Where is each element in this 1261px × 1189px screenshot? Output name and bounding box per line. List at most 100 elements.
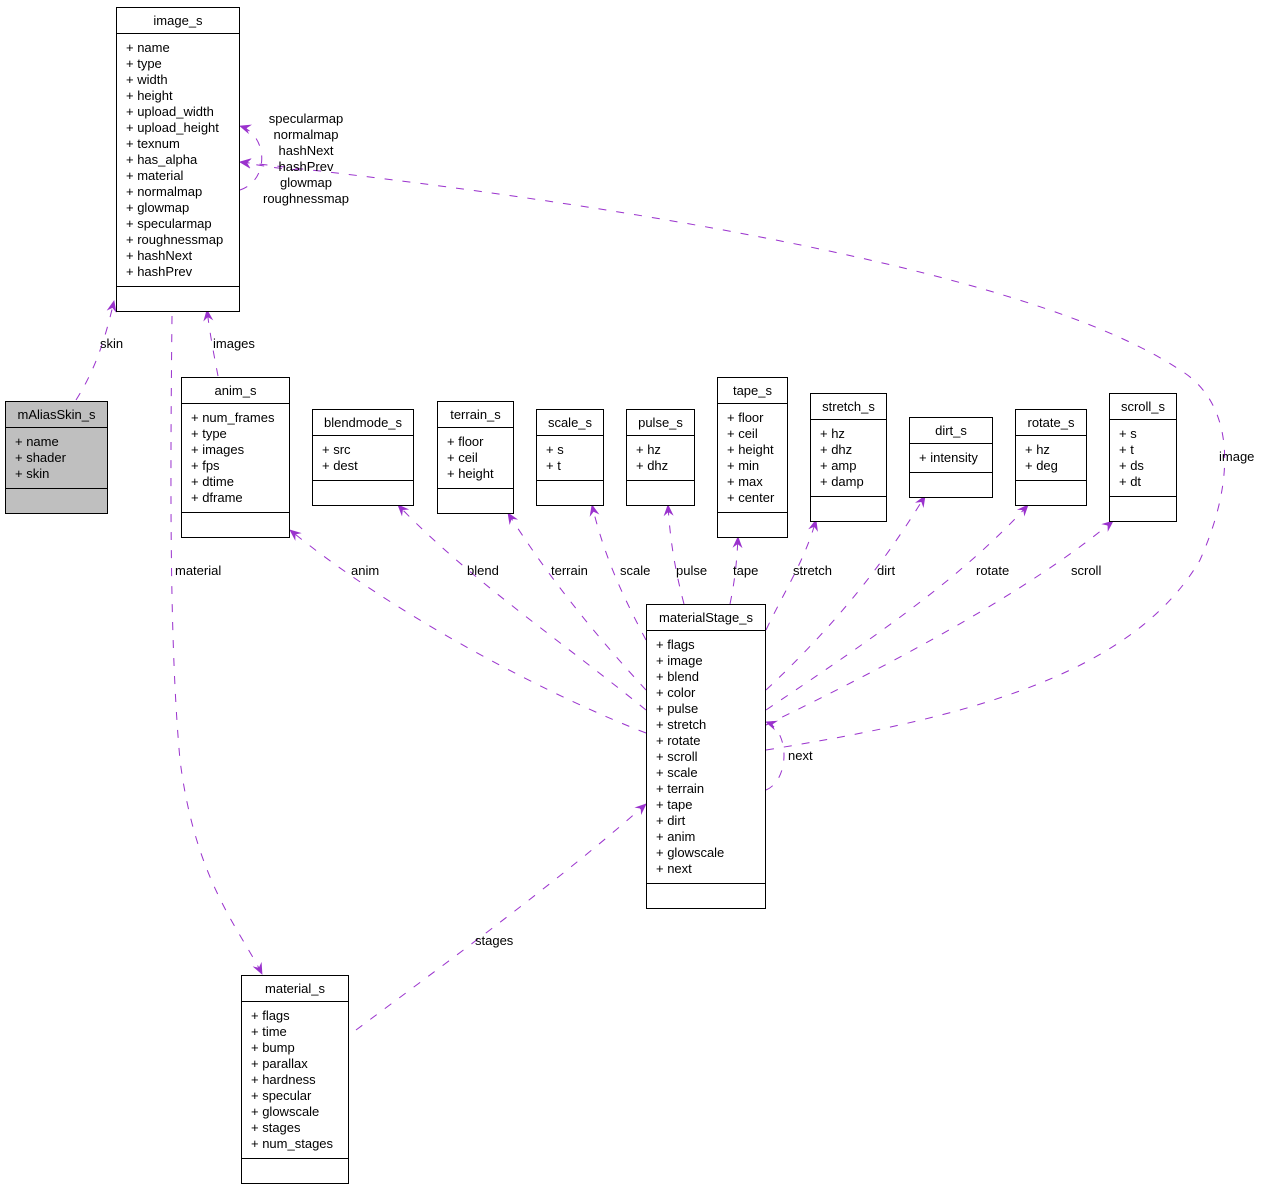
class-field: + hz <box>636 442 661 457</box>
edge-label-stretch: stretch <box>793 563 833 578</box>
class-methods <box>537 481 603 505</box>
class-methods <box>811 497 886 521</box>
class-blendmode-s[interactable]: blendmode_s + src + dest <box>312 409 414 506</box>
edge-dirt <box>765 495 926 691</box>
edge-next <box>765 720 785 791</box>
edge-blend <box>397 504 647 711</box>
class-fields: + floor + ceil + height + min + max + center <box>718 404 787 513</box>
class-field: + bump <box>251 1040 295 1055</box>
class-field: + dtime <box>191 474 234 489</box>
edge-label-rotate: rotate <box>976 563 1010 578</box>
class-field: + material <box>126 168 184 183</box>
class-pulse-s[interactable]: pulse_s + hz + dhz <box>626 409 695 506</box>
class-field: + dhz <box>820 442 853 457</box>
class-field: + normalmap <box>126 184 203 199</box>
edge-label-pulse: pulse <box>676 563 708 578</box>
class-field: + stages <box>251 1120 301 1135</box>
class-title: mAliasSkin_s <box>6 402 107 428</box>
class-title: materialStage_s <box>647 605 765 631</box>
class-fields: + num_frames + type + images + fps + dtime + … <box>182 404 289 513</box>
class-material-s[interactable]: material_s + flags + time + bump + parallax… <box>241 975 349 1184</box>
edge-label-image-self: specularmap normalmap hashNext hashPrev … <box>258 111 354 207</box>
class-title: material_s <box>242 976 348 1002</box>
class-stretch-s[interactable]: stretch_s + hz + dhz + amp + damp <box>810 393 887 522</box>
class-terrain-s[interactable]: terrain_s + floor + ceil + height <box>437 401 514 514</box>
class-field: + parallax <box>251 1056 308 1071</box>
class-fields: + src + dest <box>313 436 413 481</box>
class-field: + dt <box>1119 474 1142 489</box>
class-field: + center <box>727 490 775 505</box>
class-methods <box>627 481 694 505</box>
class-field: + min <box>727 458 760 473</box>
class-field: + ceil <box>727 426 758 441</box>
class-field: + glowmap <box>126 200 190 215</box>
class-methods <box>910 473 992 497</box>
class-image-s[interactable]: image_s + name + type + width + height + upl… <box>116 7 240 312</box>
edge-label-line: normalmap <box>273 127 339 142</box>
class-methods <box>718 513 787 537</box>
class-methods <box>242 1159 348 1183</box>
class-anim-s[interactable]: anim_s + num_frames + type + images + fps + … <box>181 377 290 538</box>
class-title: anim_s <box>182 378 289 404</box>
class-field: + upload_height <box>126 120 219 135</box>
class-field: + terrain <box>656 781 705 796</box>
class-field: + glowscale <box>251 1104 320 1119</box>
class-title: image_s <box>117 8 239 34</box>
edge-label-anim: anim <box>351 563 380 578</box>
edge-label-stages: stages <box>475 933 514 948</box>
class-field: + images <box>191 442 245 457</box>
edge-label-next: next <box>788 748 813 763</box>
class-field: + has_alpha <box>126 152 198 167</box>
class-methods <box>182 513 289 537</box>
class-maliasskin-s[interactable]: mAliasSkin_s + name + shader + skin <box>5 401 108 514</box>
class-field: + scroll <box>656 749 698 764</box>
class-fields: + hz + dhz + amp + damp <box>811 420 886 497</box>
class-field: + height <box>447 466 494 481</box>
class-dirt-s[interactable]: dirt_s + intensity <box>909 417 993 498</box>
class-field: + dhz <box>636 458 669 473</box>
class-scroll-s[interactable]: scroll_s + s + t + ds + dt <box>1109 393 1177 522</box>
class-field: + max <box>727 474 763 489</box>
class-title: tape_s <box>718 378 787 404</box>
class-fields: + intensity <box>910 444 992 473</box>
class-field: + s <box>546 442 564 457</box>
class-scale-s[interactable]: scale_s + s + t <box>536 409 604 506</box>
class-field: + stretch <box>656 717 707 732</box>
edge-label-terrain: terrain <box>551 563 588 578</box>
class-field: + name <box>126 40 170 55</box>
class-field: + time <box>251 1024 287 1039</box>
class-field: + num_frames <box>191 410 275 425</box>
class-field: + upload_width <box>126 104 214 119</box>
class-field: + rotate <box>656 733 701 748</box>
class-title: terrain_s <box>438 402 513 428</box>
class-fields: + s + t + ds + dt <box>1110 420 1176 497</box>
class-methods <box>438 489 513 513</box>
class-fields: + hz + deg <box>1016 436 1086 481</box>
class-field: + floor <box>727 410 764 425</box>
class-field: + name <box>15 434 59 449</box>
class-field: + hashNext <box>126 248 193 263</box>
edge-rotate <box>765 504 1029 711</box>
class-materialstage-s[interactable]: materialStage_s + flags + image + blend + c… <box>646 604 766 909</box>
class-field: + blend <box>656 669 700 684</box>
class-rotate-s[interactable]: rotate_s + hz + deg <box>1015 409 1087 506</box>
edge-label-blend: blend <box>467 563 499 578</box>
class-field: + ds <box>1119 458 1144 473</box>
class-field: + glowscale <box>656 845 725 860</box>
class-methods <box>647 884 765 908</box>
class-field: + amp <box>820 458 857 473</box>
class-title: scale_s <box>537 410 603 436</box>
edge-label-line: roughnessmap <box>263 191 349 206</box>
class-methods <box>1110 497 1176 521</box>
class-field: + specularmap <box>126 216 212 231</box>
edge-label-image: image <box>1219 449 1255 464</box>
class-field: + deg <box>1025 458 1058 473</box>
class-tape-s[interactable]: tape_s + floor + ceil + height + min + max + … <box>717 377 788 538</box>
edge-label-material: material <box>175 563 222 578</box>
class-field: + dframe <box>191 490 243 505</box>
class-methods <box>313 481 413 505</box>
edge-label-skin: skin <box>100 336 124 351</box>
class-field: + hz <box>820 426 845 441</box>
class-title: blendmode_s <box>313 410 413 436</box>
class-field: + scale <box>656 765 698 780</box>
